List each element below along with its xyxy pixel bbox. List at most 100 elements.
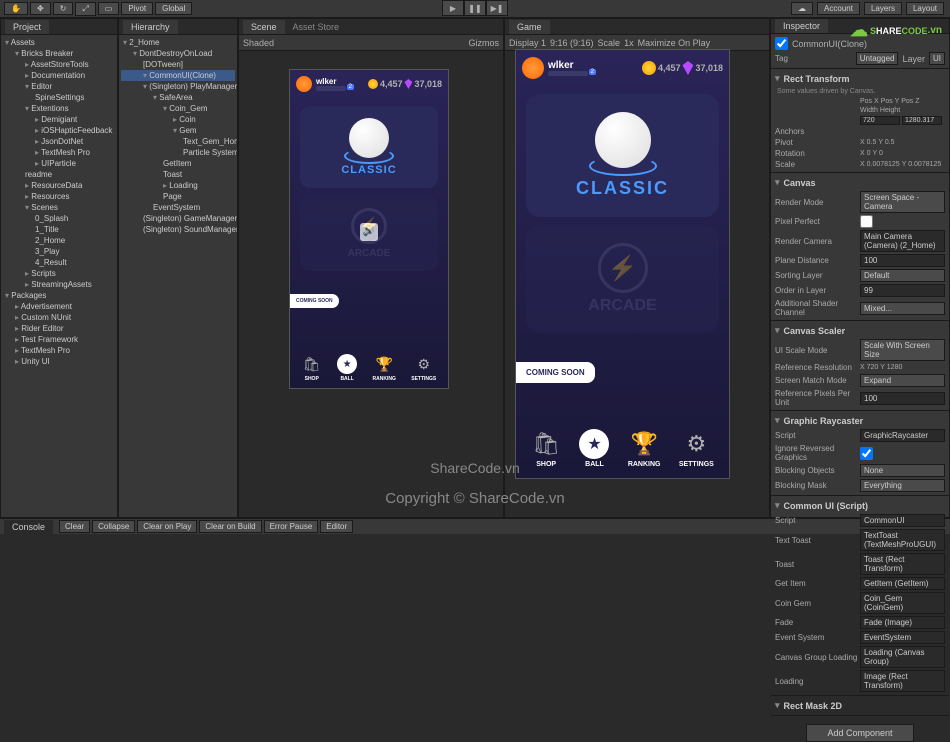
tree-item[interactable]: Unity UI [3,356,115,367]
getitem-field[interactable]: GetItem (GetItem) [860,577,945,590]
project-tab[interactable]: Project [5,20,49,34]
scene-tab[interactable]: Scene [243,20,285,34]
error-pause-button[interactable]: Error Pause [264,520,319,533]
tree-item[interactable]: UIParticle [3,158,115,169]
tree-item[interactable]: Particle System (4) [121,147,235,158]
toast-field[interactable]: Toast (Rect Transform) [860,553,945,575]
rect-tool-icon[interactable]: ▭ [98,2,120,15]
editor-dropdown[interactable]: Editor [320,520,353,533]
tree-item[interactable]: Toast [121,169,235,180]
tree-item[interactable]: Custom NUnit [3,312,115,323]
tree-item[interactable]: iOSHapticFeedback [3,125,115,136]
tree-item[interactable]: SpineSettings [3,92,115,103]
loading-field[interactable]: Image (Rect Transform) [860,670,945,692]
tree-item[interactable]: Test Framework [3,334,115,345]
common-ui-header[interactable]: Common UI (Script) [775,498,945,513]
global-toggle[interactable]: Global [155,2,192,15]
tree-item[interactable]: 2_Home [3,235,115,246]
rotate-tool-icon[interactable]: ↻ [53,2,74,15]
move-tool-icon[interactable]: ✥ [30,2,51,15]
layers-dropdown[interactable]: Layers [864,2,902,15]
tree-item[interactable]: Text_Gem_Home [121,136,235,147]
tree-item[interactable]: DontDestroyOnLoad [121,48,235,59]
play-button[interactable]: ▶ [442,0,464,16]
render-mode-dropdown[interactable]: Screen Space - Camera [860,191,945,213]
game-tab[interactable]: Game [509,20,550,34]
clear-button[interactable]: Clear [59,520,90,533]
scale-tool-icon[interactable]: ⤢ [75,2,95,16]
scene-root[interactable]: 2_Home [121,37,235,48]
sorting-layer-dropdown[interactable]: Default [860,269,945,282]
aspect-dropdown[interactable]: 9:16 (9:16) [550,38,594,48]
tree-item[interactable]: 3_Play [3,246,115,257]
tree-item[interactable]: TextMesh Pro [3,345,115,356]
tree-item[interactable]: ResourceData [3,180,115,191]
tree-item[interactable]: (Singleton) SoundManager [121,224,235,235]
ignore-reversed-checkbox[interactable] [860,447,873,460]
pivot-toggle[interactable]: Pivot [121,2,153,15]
width-field[interactable] [860,116,900,125]
tree-item[interactable]: 4_Result [3,257,115,268]
step-button[interactable]: ▶❚ [486,0,508,16]
inspector-tab[interactable]: Inspector [775,19,828,33]
shop-button[interactable]: 🛍SHOP [302,354,322,382]
settings-button[interactable]: ⚙SETTINGS [411,354,436,382]
height-field[interactable] [902,116,942,125]
tree-item[interactable]: Rider Editor [3,323,115,334]
console-tab[interactable]: Console [4,520,53,534]
ref-ppu-field[interactable]: 100 [860,392,945,405]
active-checkbox[interactable] [775,37,788,50]
tree-item[interactable]: GetItem [121,158,235,169]
tree-item[interactable]: (Singleton) PlayManager [121,81,235,92]
tree-item[interactable]: JsonDotNet [3,136,115,147]
tree-item[interactable]: AssetStoreTools [3,59,115,70]
tree-item[interactable]: 1_Title [3,224,115,235]
tree-item[interactable]: (Singleton) GameManager [121,213,235,224]
render-camera-field[interactable]: Main Camera (Camera) (2_Home) [860,230,945,252]
tree-item[interactable]: StreamingAssets [3,279,115,290]
shaded-dropdown[interactable]: Shaded [243,38,274,48]
cloud-icon[interactable]: ☁ [791,2,813,15]
tree-item[interactable]: Documentation [3,70,115,81]
tree-item[interactable]: Gem [121,125,235,136]
scale-slider[interactable]: 1x [624,38,634,48]
layout-dropdown[interactable]: Layout [906,2,944,15]
account-dropdown[interactable]: Account [817,2,860,15]
hand-tool-icon[interactable]: ✋ [4,2,28,15]
tree-item[interactable]: readme [3,169,115,180]
plane-distance-field[interactable]: 100 [860,254,945,267]
asset-store-tab[interactable]: Asset Store [285,20,348,34]
coingem-field[interactable]: Coin_Gem (CoinGem) [860,592,945,614]
tree-item[interactable]: Coin [121,114,235,125]
tree-item[interactable]: Loading [121,180,235,191]
match-mode-dropdown[interactable]: Expand [860,374,945,387]
tree-item[interactable]: SafeArea [121,92,235,103]
tree-item[interactable]: Demigiant [3,114,115,125]
collapse-button[interactable]: Collapse [92,520,135,533]
blocking-mask-dropdown[interactable]: Everything [860,479,945,492]
fade-field[interactable]: Fade (Image) [860,616,945,629]
tag-dropdown[interactable]: Untagged [856,52,899,65]
cg-loading-field[interactable]: Loading (Canvas Group) [860,646,945,668]
tree-item[interactable]: Coin_Gem [121,103,235,114]
graphic-raycaster-header[interactable]: Graphic Raycaster [775,413,945,428]
add-component-button[interactable]: Add Component [806,724,913,742]
rect-mask-header[interactable]: Rect Mask 2D [775,698,945,713]
settings-button[interactable]: ⚙SETTINGS [679,429,714,468]
tree-item[interactable]: Bricks Breaker [3,48,115,59]
clear-on-play-button[interactable]: Clear on Play [137,520,197,533]
ranking-button[interactable]: 🏆RANKING [628,429,661,468]
ball-button[interactable]: BALL [579,429,609,468]
tree-item[interactable]: Scripts [3,268,115,279]
tree-item[interactable]: Editor [3,81,115,92]
maximize-toggle[interactable]: Maximize On Play [638,38,711,48]
tree-item[interactable]: CommonUI(Clone) [121,70,235,81]
blocking-objects-dropdown[interactable]: None [860,464,945,477]
scene-game-preview[interactable]: wlker 4,457 37,018 CLASSIC 🔊 ⚡ ARCADE C [289,69,449,389]
text-toast-field[interactable]: TextToast (TextMeshProUGUI) [860,529,945,551]
eventsys-field[interactable]: EventSystem [860,631,945,644]
tree-item[interactable]: Resources [3,191,115,202]
packages-folder[interactable]: Packages [3,290,115,301]
tree-item[interactable]: Scenes [3,202,115,213]
clear-on-build-button[interactable]: Clear on Build [199,520,261,533]
